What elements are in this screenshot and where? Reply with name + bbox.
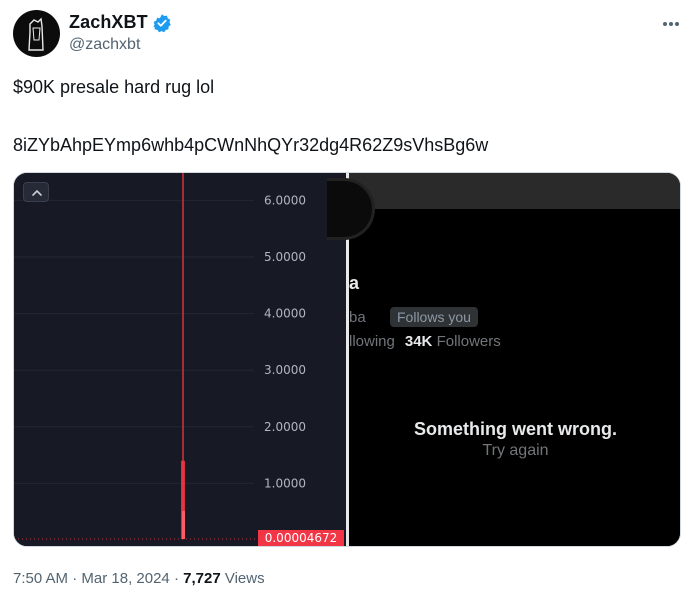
profile-handle: ba	[349, 309, 366, 326]
tweet-date[interactable]: Mar 18, 2024	[81, 570, 169, 587]
views-count[interactable]: 7,727	[183, 570, 221, 587]
tweet-time[interactable]: 7:50 AM	[13, 570, 68, 587]
price-chart-screenshot[interactable]: 6.0000 5.0000 4.0000 3.0000 2.0000 1.0000 0.0…	[14, 173, 346, 546]
profile-screenshot[interactable]: a ba Follows you llowing 34K Followers So…	[327, 173, 680, 546]
collapse-button[interactable]	[23, 182, 49, 202]
verified-badge-icon	[152, 13, 171, 32]
followers-count[interactable]: 34K	[405, 333, 433, 350]
y-tick-label: 5.0000	[264, 250, 306, 264]
tweet-header: ZachXBT @zachxbt	[13, 8, 687, 58]
price-chart: 6.0000 5.0000 4.0000 3.0000 2.0000 1.0000	[14, 173, 306, 540]
profile-stats: llowing 34K Followers	[349, 333, 501, 350]
tweet-contract-address: 8iZYbAhpEYmp6whb4pCWnNhQYr32dg4R62Z9sVhs…	[13, 135, 489, 155]
footer-separator: ·	[169, 570, 184, 587]
last-price-label: 0.00004672	[258, 530, 344, 546]
more-options-icon[interactable]	[659, 14, 683, 34]
tweet-media[interactable]: 6.0000 5.0000 4.0000 3.0000 2.0000 1.0000 0.0…	[13, 172, 681, 547]
author-display-name[interactable]: ZachXBT	[69, 12, 148, 33]
followers-label[interactable]: Followers	[437, 333, 501, 350]
tweet-text-line: $90K presale hard rug lol	[13, 77, 215, 97]
author-name-row: ZachXBT	[69, 12, 172, 33]
author-handle[interactable]: @zachxbt	[69, 36, 140, 54]
y-tick-label: 3.0000	[264, 363, 306, 377]
following-label[interactable]: llowing	[349, 333, 395, 350]
views-label: Views	[224, 570, 265, 587]
y-tick-label: 4.0000	[264, 307, 306, 321]
author-avatar[interactable]	[13, 10, 60, 57]
error-message: Something went wrong.	[414, 419, 617, 439]
y-tick-label: 2.0000	[264, 420, 306, 434]
avatar-figure-icon	[28, 17, 44, 51]
profile-banner	[349, 173, 680, 209]
y-tick-label: 6.0000	[264, 193, 306, 207]
y-tick-label: 1.0000	[264, 476, 306, 490]
spike-candle-base	[182, 511, 185, 539]
follows-you-badge: Follows you	[390, 307, 478, 327]
chevron-up-icon	[32, 190, 42, 196]
try-again-link[interactable]: Try again	[349, 442, 680, 460]
tweet-footer: 7:50 AM · Mar 18, 2024 · 7,727 Views	[13, 570, 265, 587]
footer-separator: ·	[68, 570, 82, 587]
profile-name: a	[349, 273, 360, 293]
